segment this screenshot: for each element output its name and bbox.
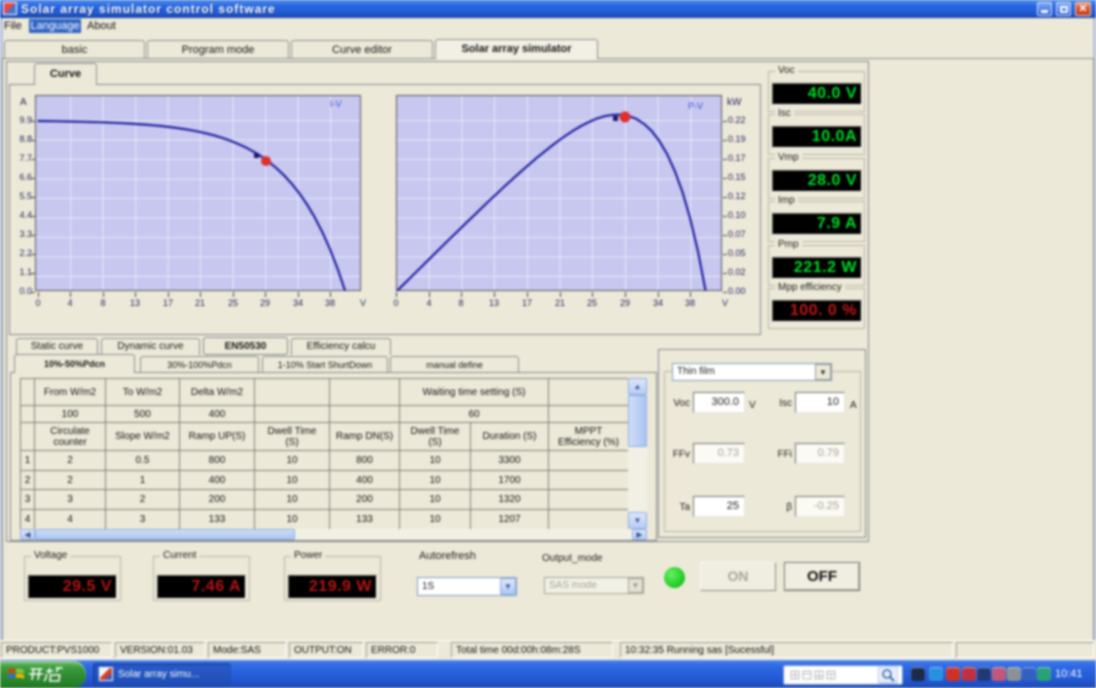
svg-text:I-V: I-V [330,99,342,109]
svg-text:P-V: P-V [688,101,703,111]
